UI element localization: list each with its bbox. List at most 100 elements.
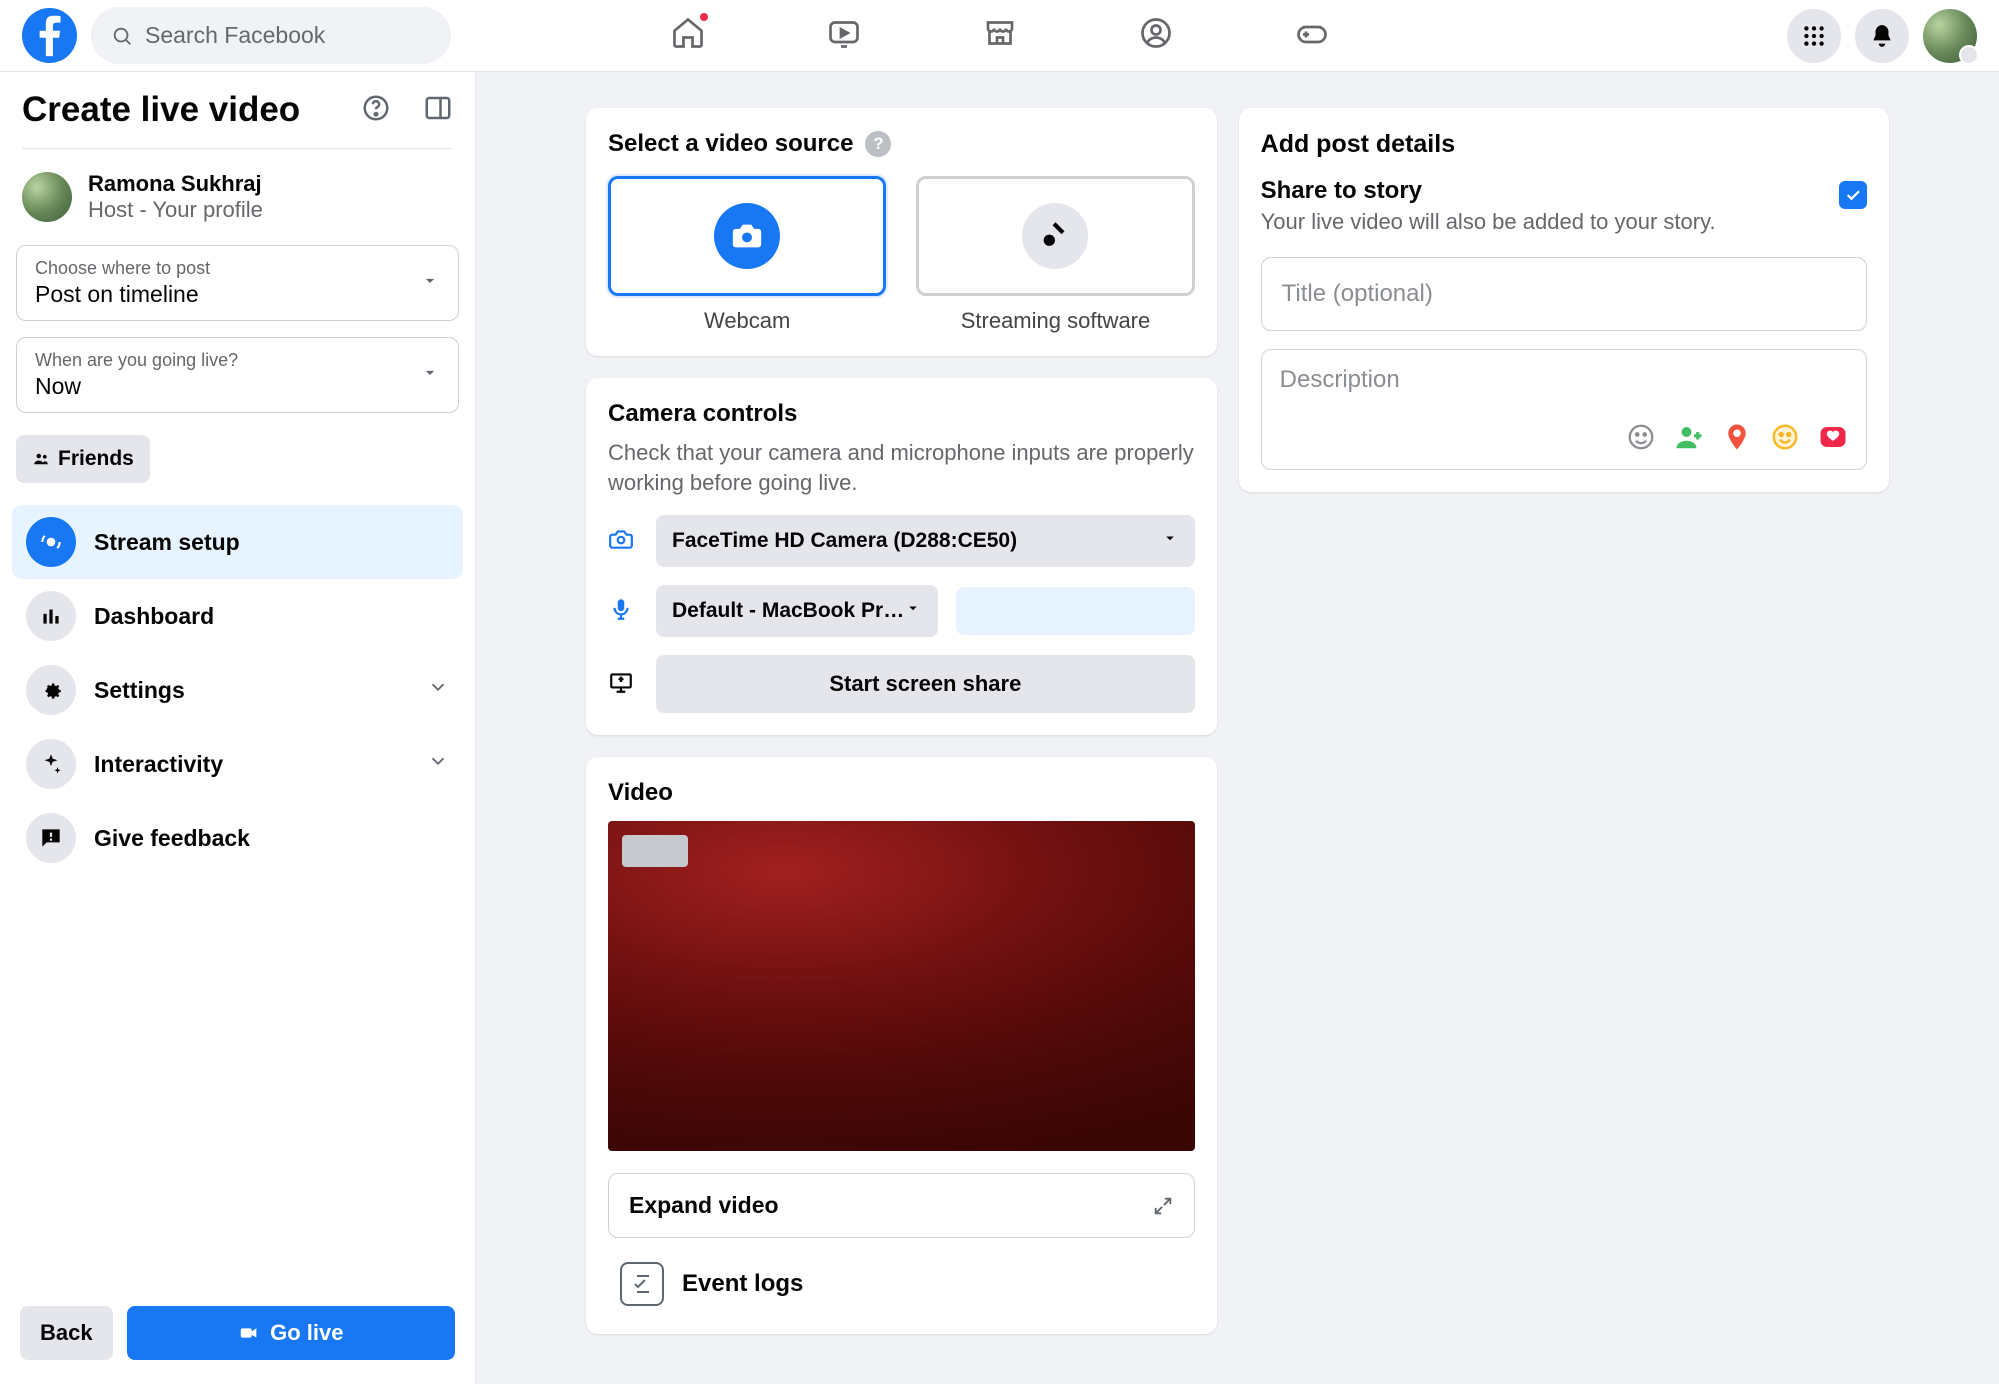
- expand-video-label: Expand video: [629, 1192, 779, 1219]
- search-placeholder: Search Facebook: [145, 22, 325, 49]
- top-right-controls: [1787, 9, 1977, 63]
- host-subtitle: Host - Your profile: [88, 197, 263, 223]
- top-bar: Search Facebook: [0, 0, 1999, 72]
- menu-grid-icon[interactable]: [1787, 9, 1841, 63]
- title-placeholder: Title (optional): [1282, 280, 1433, 307]
- microphone-device-value: Default - MacBook Pr…: [672, 599, 904, 623]
- host-row[interactable]: Ramona Sukhraj Host - Your profile: [0, 171, 475, 245]
- host-avatar: [22, 172, 72, 222]
- post-details-card: Add post details Share to story Your liv…: [1239, 108, 1889, 492]
- expand-icon: [1152, 1195, 1174, 1217]
- feeling-icon[interactable]: [1770, 422, 1800, 457]
- location-icon[interactable]: [1722, 422, 1752, 457]
- go-live-label: Go live: [270, 1320, 343, 1346]
- feedback-icon: [26, 813, 76, 863]
- nav-home-icon[interactable]: [670, 15, 706, 56]
- nav-stream-setup-label: Stream setup: [94, 529, 240, 556]
- video-status-tag: [622, 835, 688, 867]
- caret-down-icon: [904, 599, 922, 623]
- video-source-heading: Select a video source: [608, 130, 853, 158]
- schedule-label: When are you going live?: [35, 350, 440, 371]
- sidebar-footer: Back Go live: [0, 1292, 475, 1384]
- microphone-level-meter: [956, 587, 1194, 635]
- gear-icon: [26, 665, 76, 715]
- emoji-picker-icon[interactable]: [1626, 422, 1656, 457]
- facebook-logo[interactable]: [22, 8, 77, 63]
- share-to-story-subtitle: Your live video will also be added to yo…: [1261, 209, 1839, 235]
- back-button[interactable]: Back: [20, 1306, 113, 1360]
- nav-give-feedback[interactable]: Give feedback: [12, 801, 463, 875]
- title-input[interactable]: Title (optional): [1261, 257, 1867, 331]
- camera-controls-heading: Camera controls: [608, 400, 1195, 428]
- search-input[interactable]: Search Facebook: [91, 7, 451, 64]
- source-streaming-label: Streaming software: [916, 308, 1194, 334]
- sidebar: Create live video Ramona Sukhraj Host - …: [0, 72, 476, 1384]
- nav-interactivity[interactable]: Interactivity: [12, 727, 463, 801]
- camera-device-select[interactable]: FaceTime HD Camera (D288:CE50): [656, 515, 1195, 567]
- caret-down-icon: [1161, 529, 1179, 553]
- event-logs-row[interactable]: Event logs: [608, 1262, 1195, 1312]
- screen-share-label: Start screen share: [829, 671, 1021, 696]
- expand-video-button[interactable]: Expand video: [608, 1173, 1195, 1238]
- nav-marketplace-icon[interactable]: [982, 15, 1018, 56]
- home-notification-dot: [698, 11, 710, 23]
- nav-stream-setup[interactable]: Stream setup: [12, 505, 463, 579]
- nav-gaming-icon[interactable]: [1294, 15, 1330, 56]
- post-details-heading: Add post details: [1261, 130, 1867, 159]
- nav-settings-label: Settings: [94, 677, 185, 704]
- host-name: Ramona Sukhraj: [88, 171, 263, 197]
- post-destination-select[interactable]: Choose where to post Post on timeline: [16, 245, 459, 321]
- nav-watch-icon[interactable]: [826, 15, 862, 56]
- nav-groups-icon[interactable]: [1138, 15, 1174, 56]
- event-logs-label: Event logs: [682, 1270, 803, 1298]
- screen-share-icon: [608, 669, 638, 700]
- schedule-value: Now: [35, 373, 440, 400]
- event-logs-icon: [620, 1262, 664, 1306]
- camera-device-value: FaceTime HD Camera (D288:CE50): [672, 529, 1017, 553]
- caret-down-icon: [420, 271, 440, 296]
- microphone-icon: [608, 596, 638, 627]
- audience-chip[interactable]: Friends: [16, 435, 150, 483]
- main-content: Select a video source ? Webcam: [476, 72, 1999, 1384]
- camera-icon: [714, 203, 780, 269]
- post-destination-value: Post on timeline: [35, 281, 440, 308]
- panel-toggle-icon[interactable]: [423, 93, 453, 128]
- description-input[interactable]: Description: [1261, 349, 1867, 470]
- source-streaming-option[interactable]: Streaming software: [916, 176, 1194, 334]
- screen-share-button[interactable]: Start screen share: [656, 655, 1195, 713]
- microphone-device-select[interactable]: Default - MacBook Pr…: [656, 585, 938, 637]
- description-placeholder: Description: [1280, 366, 1848, 394]
- sidebar-nav: Stream setup Dashboard Settings Interact…: [0, 497, 475, 883]
- source-webcam-label: Webcam: [608, 308, 886, 334]
- schedule-select[interactable]: When are you going live? Now: [16, 337, 459, 413]
- help-icon[interactable]: [361, 93, 391, 128]
- nav-dashboard[interactable]: Dashboard: [12, 579, 463, 653]
- tag-people-icon[interactable]: [1674, 422, 1704, 457]
- share-to-story-checkbox[interactable]: [1839, 181, 1867, 209]
- friends-icon: [32, 450, 50, 468]
- nav-interactivity-label: Interactivity: [94, 751, 223, 778]
- top-nav: [670, 15, 1330, 56]
- help-tooltip-icon[interactable]: ?: [865, 131, 891, 157]
- support-icon[interactable]: [1818, 422, 1848, 457]
- nav-settings[interactable]: Settings: [12, 653, 463, 727]
- post-destination-label: Choose where to post: [35, 258, 440, 279]
- chevron-down-icon: [427, 676, 449, 704]
- account-avatar[interactable]: [1923, 9, 1977, 63]
- video-preview: [608, 821, 1195, 1151]
- camera-controls-card: Camera controls Check that your camera a…: [586, 378, 1217, 735]
- notifications-icon[interactable]: [1855, 9, 1909, 63]
- go-live-button[interactable]: Go live: [127, 1306, 455, 1360]
- sparkle-icon: [26, 739, 76, 789]
- camera-device-icon: [608, 526, 638, 557]
- video-camera-icon: [238, 1322, 260, 1344]
- stream-key-icon: [1022, 203, 1088, 269]
- dashboard-icon: [26, 591, 76, 641]
- video-source-card: Select a video source ? Webcam: [586, 108, 1217, 356]
- share-to-story-title: Share to story: [1261, 177, 1839, 205]
- chevron-down-icon: [427, 750, 449, 778]
- nav-give-feedback-label: Give feedback: [94, 825, 250, 852]
- nav-dashboard-label: Dashboard: [94, 603, 214, 630]
- stream-setup-icon: [26, 517, 76, 567]
- source-webcam-option[interactable]: Webcam: [608, 176, 886, 334]
